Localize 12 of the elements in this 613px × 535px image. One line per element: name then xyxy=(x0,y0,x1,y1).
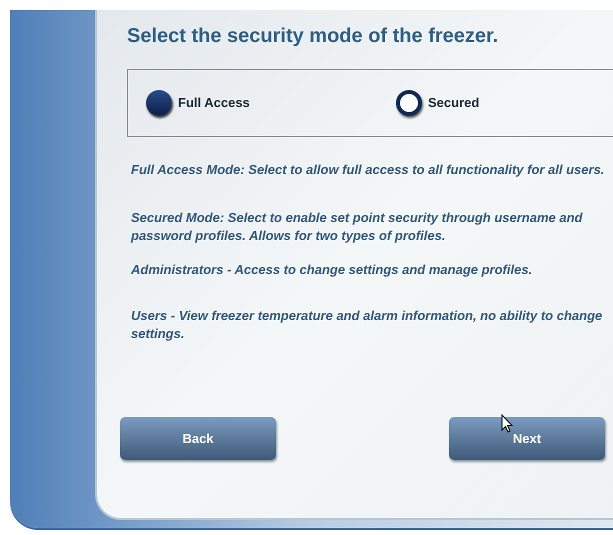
back-button[interactable]: Back xyxy=(120,417,276,460)
description-text: Administrators - Access to change settings and manage profiles. xyxy=(131,261,534,279)
description-text: Users - View freezer temperature and alarm information, no ability to change settings. xyxy=(131,307,604,343)
next-button[interactable]: Next xyxy=(449,417,605,460)
radio-option[interactable]: Full Access xyxy=(146,90,396,116)
page-title: Select the security mode of the freezer. xyxy=(127,24,500,49)
description-text: Secured Mode: Select to enable set point security through username and password profiles. Allows for two types of profiles. xyxy=(131,209,584,245)
radio-option[interactable]: Secured xyxy=(396,90,480,116)
radio-button[interactable] xyxy=(396,90,422,116)
radio-button[interactable] xyxy=(146,90,172,116)
description-text: Full Access Mode: Select to allow full access to all functionality for all users. xyxy=(131,161,606,179)
mouse-cursor-icon xyxy=(501,414,513,433)
